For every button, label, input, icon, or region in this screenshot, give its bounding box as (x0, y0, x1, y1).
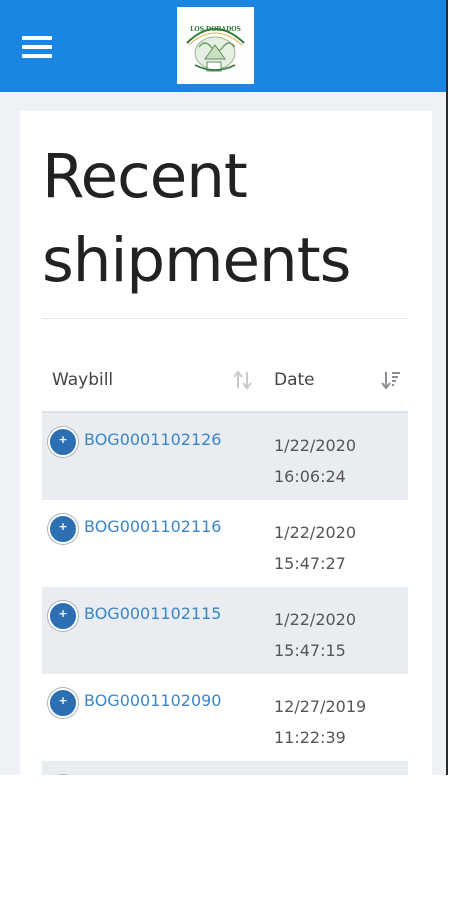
shipment-date: 1/22/2020 (274, 610, 357, 629)
column-header-waybill[interactable]: Waybill (52, 370, 113, 390)
shipment-time: 11:22:39 (274, 728, 346, 747)
shipment-datetime: 12/27/2019 11:22:39 (274, 691, 394, 753)
table-header: Waybill Date (42, 357, 408, 413)
shipment-time: 15:47:15 (274, 641, 346, 660)
shipment-date: 1/22/2020 (274, 523, 357, 542)
waybill-link[interactable]: BOG0001102116 (84, 517, 221, 536)
sort-descending-icon[interactable] (380, 369, 402, 395)
title-divider (42, 318, 408, 319)
svg-text:LOS DORADOS: LOS DORADOS (190, 26, 241, 33)
page-title: Recent shipments (42, 141, 351, 296)
table-row[interactable]: BOG0001102090 12/27/2019 11:22:39 (42, 674, 408, 761)
waybill-link[interactable]: BOG0001102090 (84, 691, 221, 710)
los-dorados-logo-icon: LOS DORADOS (177, 7, 254, 84)
brand-logo[interactable]: LOS DORADOS (177, 7, 254, 84)
table-row[interactable]: BOG0001102116 1/22/2020 15:47:27 (42, 500, 408, 587)
shipment-date: 1/22/2020 (274, 436, 357, 455)
top-navbar: LOS DORADOS (0, 0, 446, 92)
waybill-link[interactable]: BOG0001102115 (84, 604, 221, 623)
hamburger-menu-icon[interactable] (22, 36, 52, 58)
table-row[interactable]: BOG0001102115 1/22/2020 15:47:15 (42, 587, 408, 674)
expand-row-icon[interactable] (48, 601, 78, 631)
waybill-link[interactable]: BOG0001102126 (84, 430, 221, 449)
shipments-card: Recent shipments Waybill Date BOG0 (20, 111, 432, 775)
table-row-partial[interactable] (42, 761, 408, 775)
shipment-time: 16:06:24 (274, 467, 346, 486)
shipment-datetime: 1/22/2020 16:06:24 (274, 430, 394, 492)
column-header-date[interactable]: Date (274, 370, 315, 390)
shipment-datetime: 1/22/2020 15:47:27 (274, 517, 394, 579)
expand-row-icon[interactable] (48, 427, 78, 457)
shipment-datetime: 1/22/2020 15:47:15 (274, 604, 394, 666)
shipment-date: 12/27/2019 (274, 697, 367, 716)
app-viewport: LOS DORADOS Recent shipments Waybill Dat… (0, 0, 448, 775)
expand-row-icon[interactable] (48, 688, 78, 718)
shipment-time: 15:47:27 (274, 554, 346, 573)
sort-neutral-icon[interactable] (232, 369, 254, 395)
expand-row-icon[interactable] (48, 514, 78, 544)
table-row[interactable]: BOG0001102126 1/22/2020 16:06:24 (42, 413, 408, 500)
shipments-table-body: BOG0001102126 1/22/2020 16:06:24 BOG0001… (42, 413, 408, 775)
